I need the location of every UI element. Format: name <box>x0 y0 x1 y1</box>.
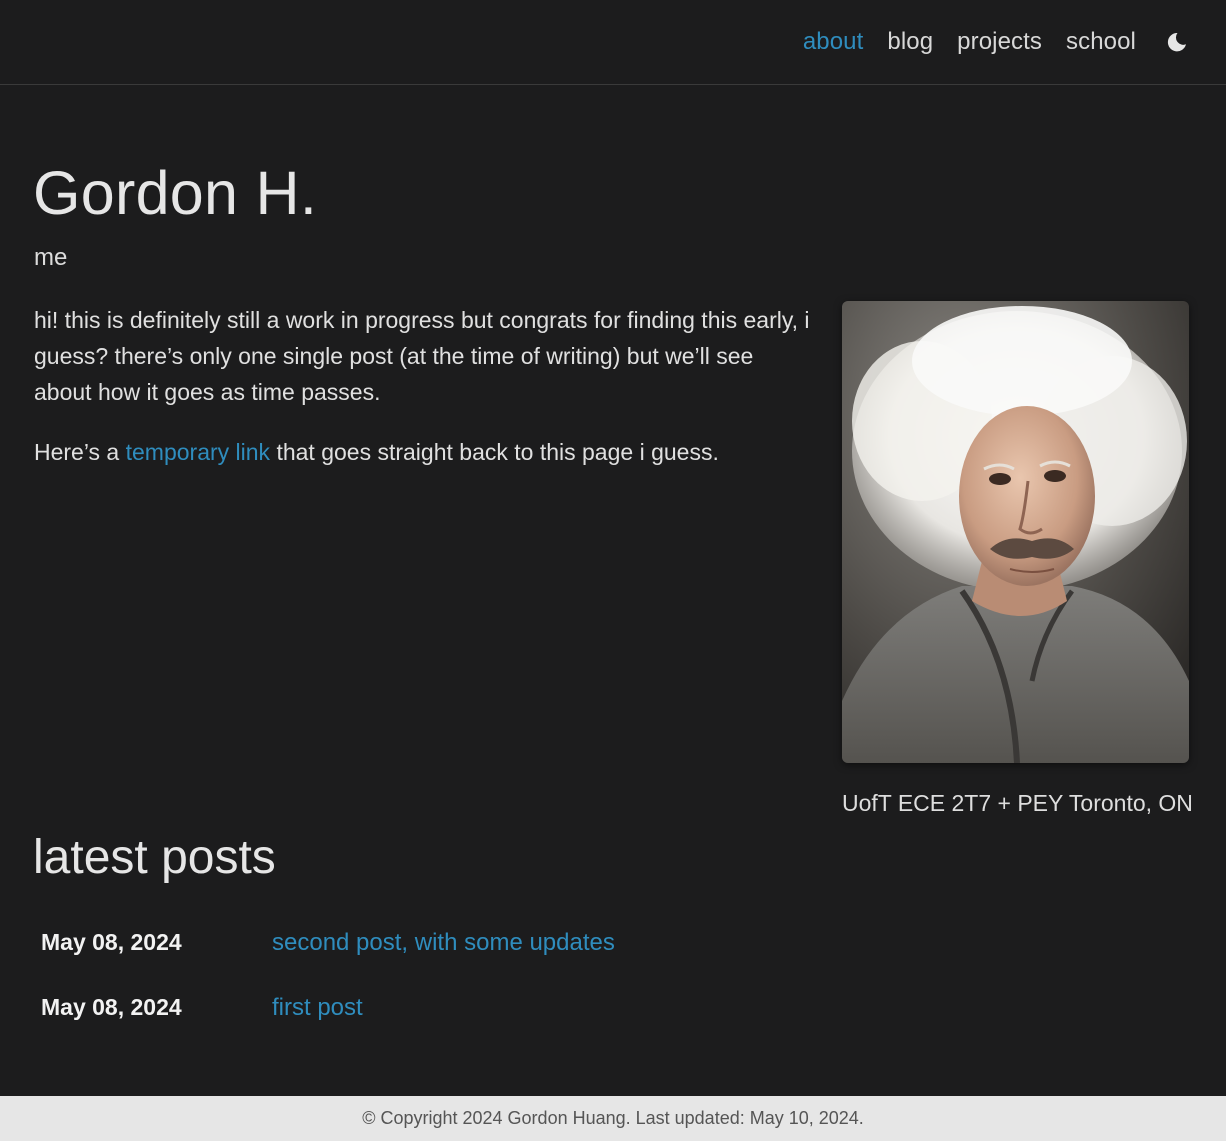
profile-photo <box>842 301 1189 763</box>
nav-links: about blog projects school <box>803 0 1226 84</box>
nav-item-projects[interactable]: projects <box>957 28 1042 56</box>
latest-posts-heading: latest posts <box>33 831 276 884</box>
post-link[interactable]: first post <box>272 994 363 1022</box>
post-row: May 08, 2024 second post, with some upda… <box>41 910 941 975</box>
post-date: May 08, 2024 <box>41 929 182 955</box>
post-link[interactable]: second post, with some updates <box>272 929 615 957</box>
intro-text: hi! this is definitely still a work in p… <box>34 302 814 494</box>
page-subtitle: me <box>34 244 68 271</box>
temporary-link[interactable]: temporary link <box>126 439 270 465</box>
posts-list: May 08, 2024 second post, with some upda… <box>41 910 941 1040</box>
post-row: May 08, 2024 first post <box>41 975 941 1040</box>
nav-item-school[interactable]: school <box>1066 28 1136 56</box>
profile-caption: UofT ECE 2T7 + PEY Toronto, ON <box>842 790 1193 816</box>
navbar: about blog projects school <box>0 0 1226 85</box>
intro-paragraph: hi! this is definitely still a work in p… <box>34 307 810 405</box>
footer-text: © Copyright 2024 Gordon Huang. Last upda… <box>362 1108 864 1128</box>
nav-item-about[interactable]: about <box>803 28 864 56</box>
intro-text-before: Here’s a <box>34 439 126 465</box>
intro-link-paragraph: Here’s a temporary link that goes straig… <box>34 434 814 470</box>
page-title: Gordon H. <box>33 159 318 227</box>
moon-icon[interactable] <box>1166 31 1188 53</box>
post-date: May 08, 2024 <box>41 994 182 1020</box>
footer: © Copyright 2024 Gordon Huang. Last upda… <box>0 1096 1226 1141</box>
intro-text-after: that goes straight back to this page i g… <box>270 439 719 465</box>
nav-item-blog[interactable]: blog <box>887 28 933 56</box>
